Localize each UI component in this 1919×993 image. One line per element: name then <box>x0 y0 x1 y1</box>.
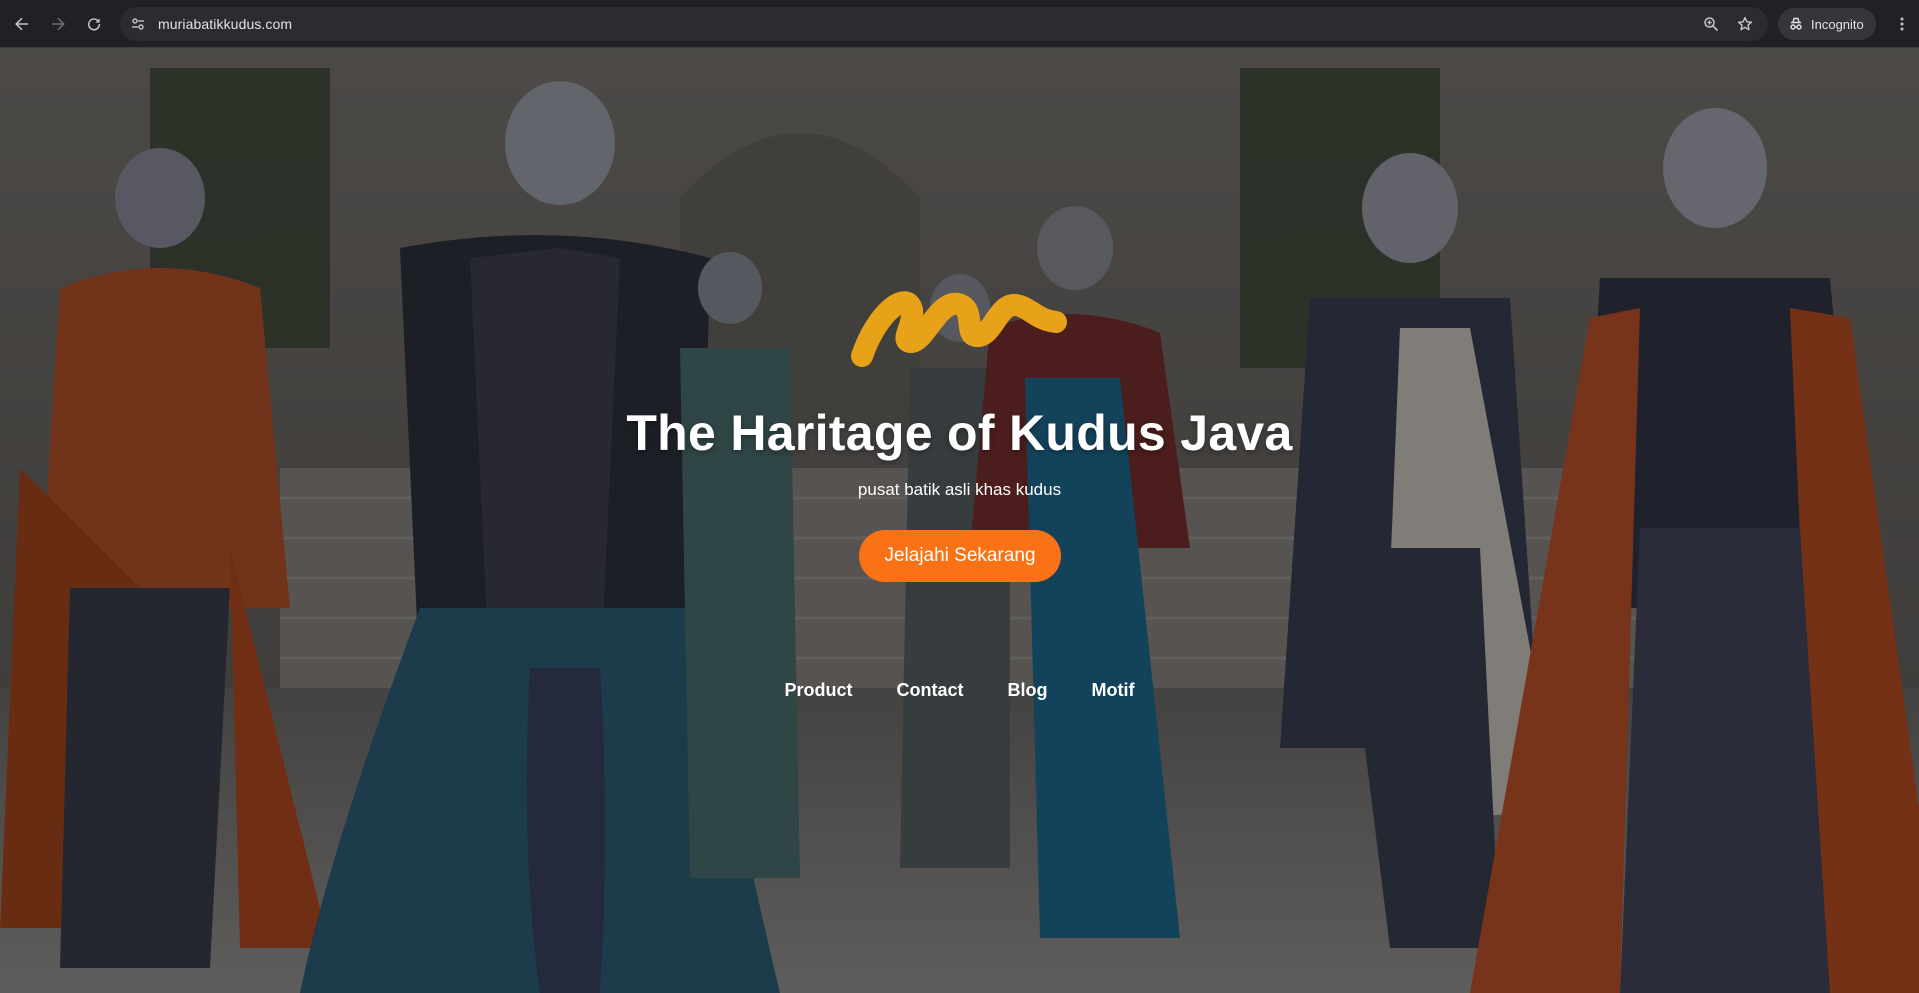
incognito-icon <box>1790 17 1802 30</box>
nav-link-contact[interactable]: Contact <box>897 680 964 701</box>
arrow-left-icon <box>15 17 28 30</box>
site-info-button[interactable] <box>124 10 152 38</box>
nav-link-product[interactable]: Product <box>785 680 853 701</box>
hero-subtitle: pusat batik asli khas kudus <box>857 480 1062 499</box>
url-text[interactable]: muriabatikkudus.com <box>158 16 292 32</box>
arrow-right-icon <box>52 17 65 30</box>
kebab-menu-icon <box>1900 17 1904 31</box>
address-bar[interactable]: muriabatikkudus.com <box>120 7 1768 41</box>
forward-button[interactable] <box>42 8 74 40</box>
hero-section: The Haritage of Kudus Java pusat batik a… <box>0 48 1919 993</box>
tune-icon <box>132 18 144 30</box>
nav-link-motif[interactable]: Motif <box>1092 680 1135 701</box>
hero-dark-overlay <box>0 48 1919 993</box>
nav-link-blog[interactable]: Blog <box>1008 680 1048 701</box>
incognito-label: Incognito <box>1811 16 1864 32</box>
hero-title: The Haritage of Kudus Java <box>626 405 1293 461</box>
browser-menu-button[interactable] <box>1888 8 1916 40</box>
star-icon <box>1737 16 1753 31</box>
reload-button[interactable] <box>78 8 110 40</box>
explore-now-button[interactable]: Jelajahi Sekarang <box>859 530 1061 582</box>
brand-logo-icon[interactable] <box>848 270 1072 382</box>
zoom-button[interactable] <box>1698 11 1724 37</box>
hero-nav: Product Contact Blog Motif <box>0 680 1919 701</box>
incognito-indicator[interactable]: Incognito <box>1778 8 1876 40</box>
reload-icon <box>87 17 101 31</box>
browser-toolbar: muriabatikkudus.com Incognito <box>0 0 1919 48</box>
zoom-icon <box>1704 17 1719 32</box>
bookmark-button[interactable] <box>1732 11 1758 37</box>
back-button[interactable] <box>6 8 38 40</box>
